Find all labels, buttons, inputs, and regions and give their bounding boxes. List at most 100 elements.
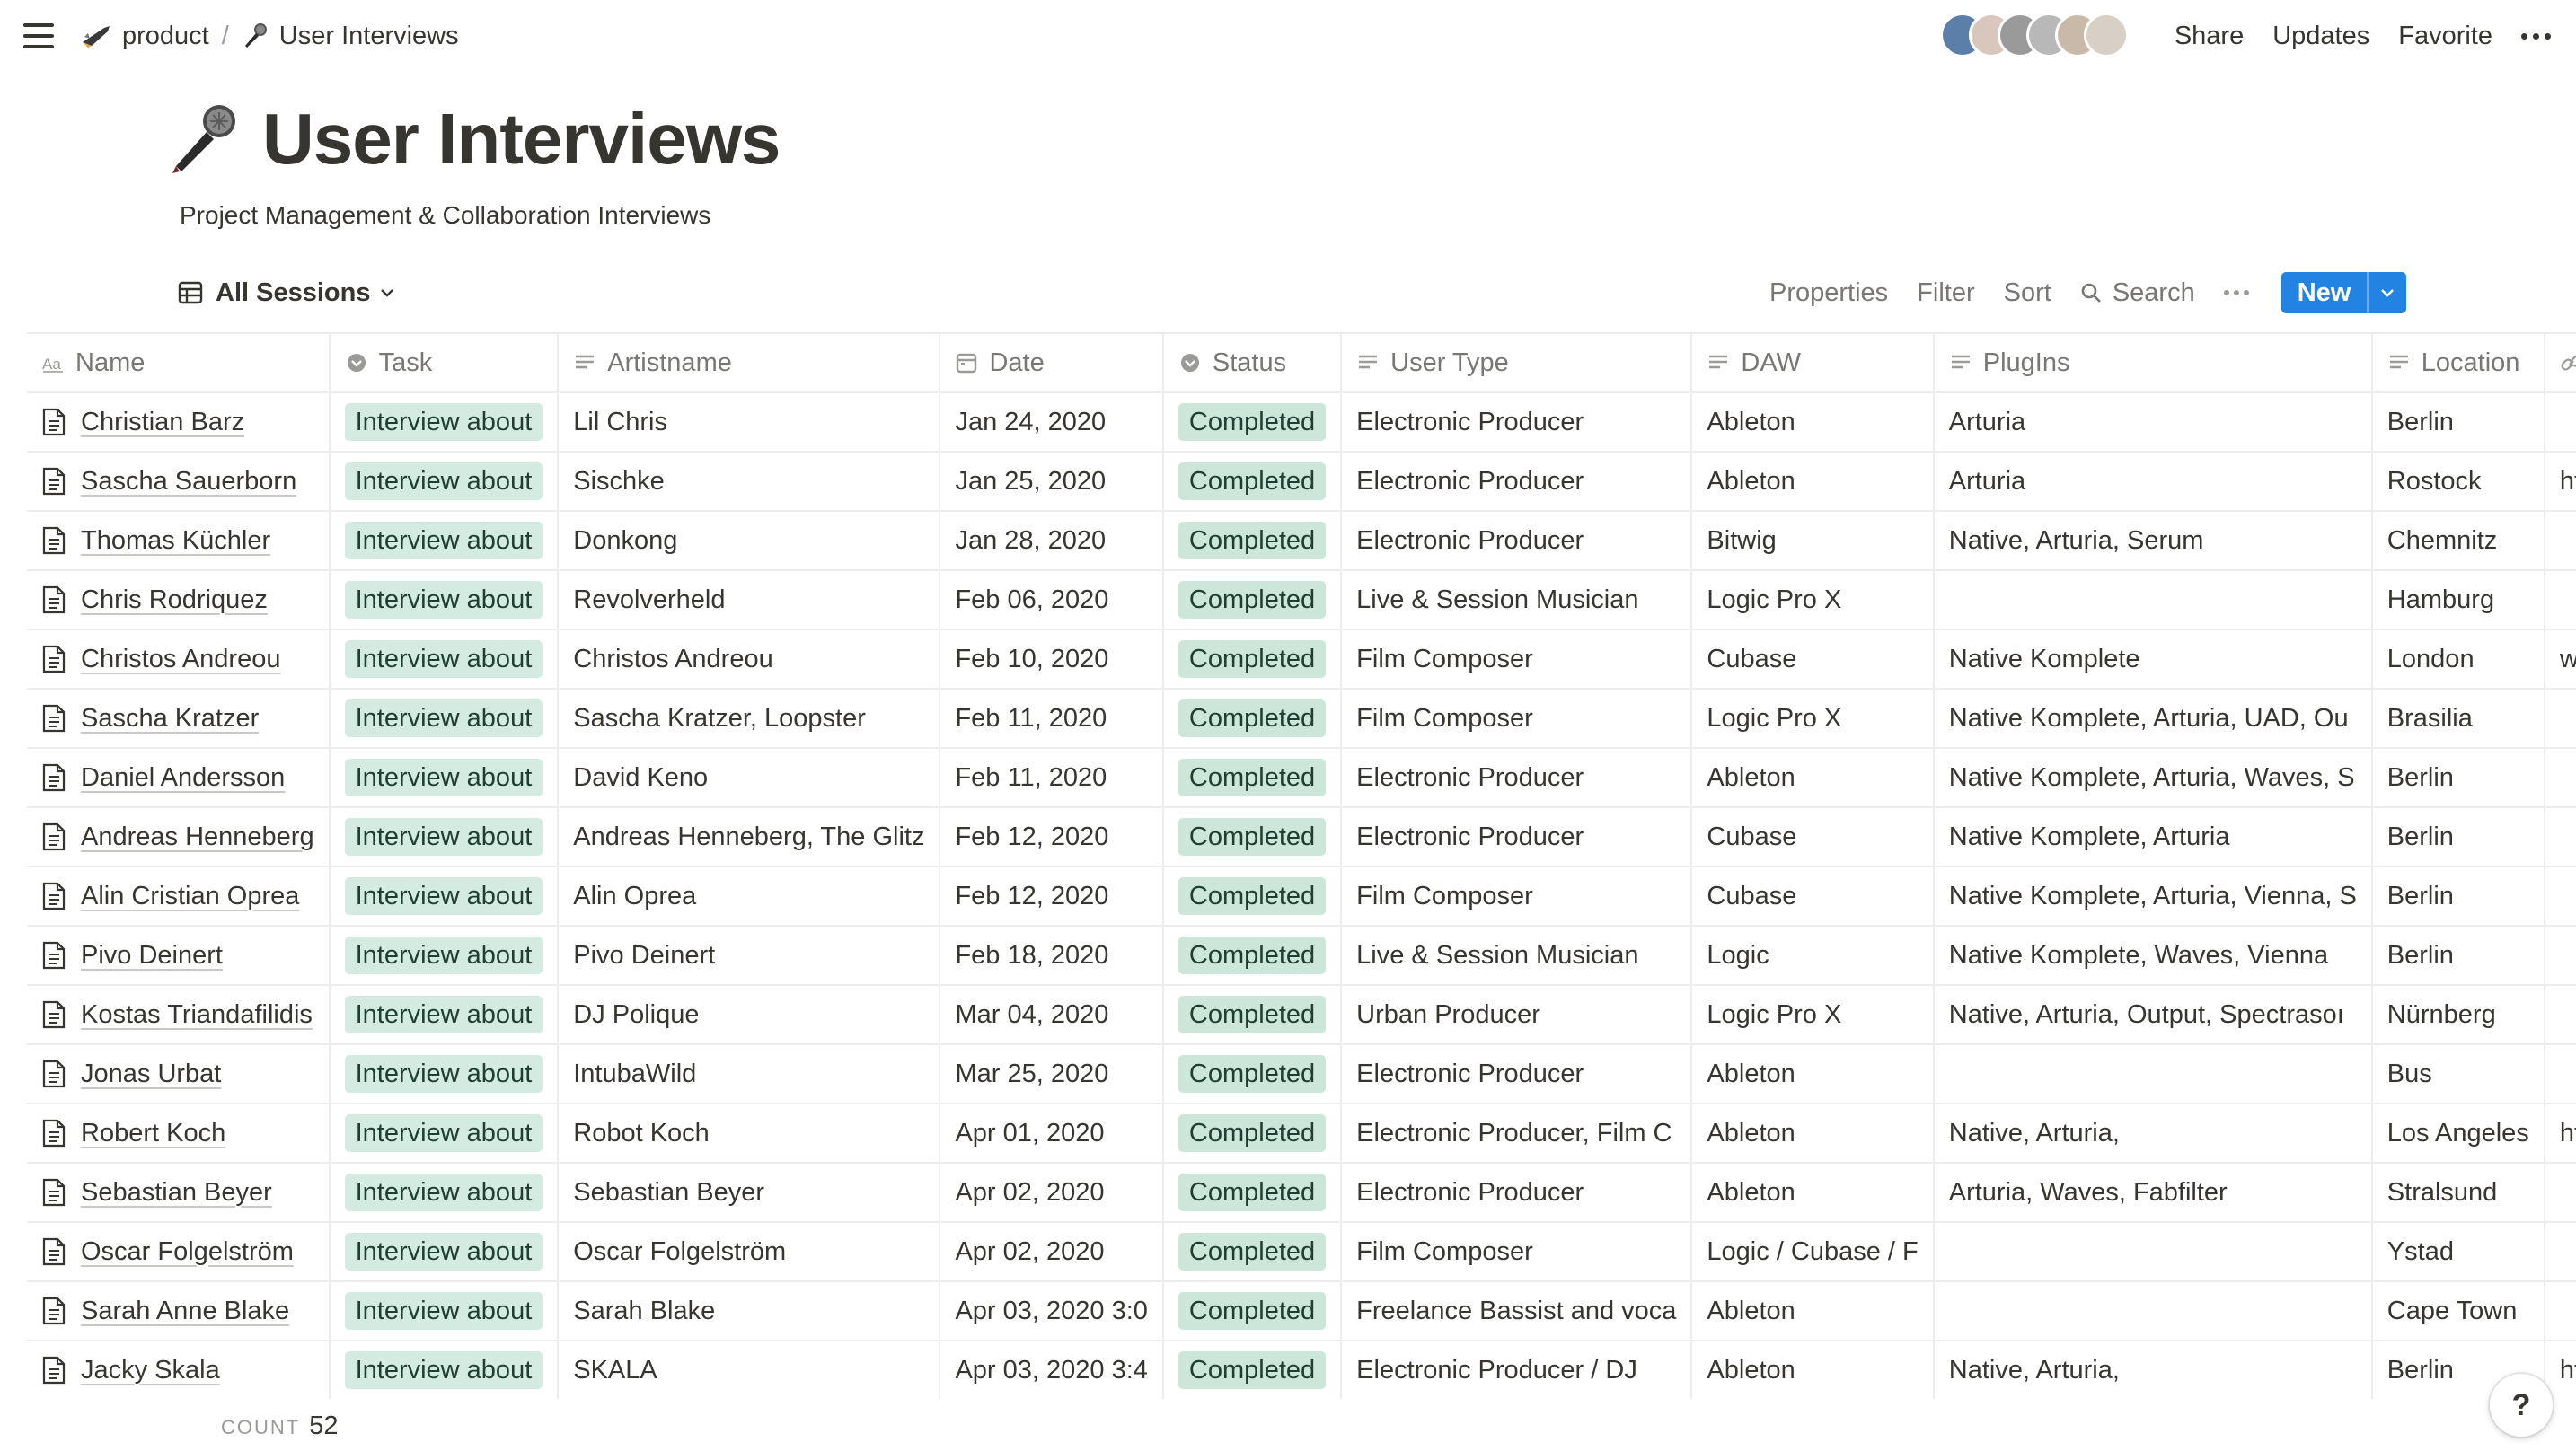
cell-plugins[interactable]: Native Komplete, Arturia bbox=[1933, 807, 2373, 867]
cell-task[interactable]: Interview about bbox=[329, 1104, 560, 1164]
cell-plugins[interactable] bbox=[1933, 1281, 2373, 1341]
row-title-link[interactable]: Thomas Küchler bbox=[81, 526, 270, 556]
cell-daw[interactable]: Logic / Cubase / F bbox=[1691, 1222, 1935, 1282]
sidebar-toggle-menu-icon[interactable] bbox=[23, 23, 54, 48]
cell-date[interactable]: Feb 18, 2020 bbox=[940, 926, 1164, 986]
table-row[interactable]: Sascha Sauerborn Interview about Sischke Ja… bbox=[27, 452, 2576, 512]
cell-profile[interactable] bbox=[2544, 689, 2576, 749]
cell-date[interactable]: Jan 24, 2020 bbox=[940, 392, 1164, 453]
cell-date[interactable]: Feb 12, 2020 bbox=[940, 807, 1164, 867]
cell-artist[interactable]: Andreas Henneberg, The Glitz bbox=[558, 807, 941, 867]
row-title-link[interactable]: Jonas Urbat bbox=[81, 1060, 221, 1089]
cell-plugins[interactable]: Native Komplete, Waves, Vienna bbox=[1933, 926, 2373, 986]
cell-task[interactable]: Interview about bbox=[329, 985, 560, 1045]
cell-status[interactable]: Completed bbox=[1162, 392, 1343, 453]
cell-name[interactable]: Sascha Kratzer bbox=[27, 689, 331, 749]
cell-location[interactable]: Berlin bbox=[2371, 807, 2545, 867]
cell-name[interactable]: Daniel Andersson bbox=[27, 748, 331, 808]
view-more-icon[interactable] bbox=[2223, 290, 2249, 295]
cell-location[interactable]: Ystad bbox=[2371, 1222, 2545, 1282]
cell-date[interactable]: Apr 02, 2020 bbox=[940, 1222, 1164, 1282]
cell-location[interactable]: Cape Town bbox=[2371, 1281, 2545, 1341]
cell-artist[interactable]: Christos Andreou bbox=[558, 629, 941, 690]
cell-name[interactable]: Jonas Urbat bbox=[27, 1044, 331, 1104]
cell-status[interactable]: Completed bbox=[1162, 985, 1343, 1045]
new-button[interactable]: New bbox=[2281, 272, 2368, 313]
cell-artist[interactable]: Oscar Folgelström bbox=[558, 1222, 941, 1282]
table-row[interactable]: Thomas Küchler Interview about Donkong Jan … bbox=[27, 511, 2576, 571]
cell-status[interactable]: Completed bbox=[1162, 926, 1343, 986]
new-dropdown-button[interactable] bbox=[2367, 272, 2406, 313]
table-row[interactable]: Sebastian Beyer Interview about Sebastian … bbox=[27, 1163, 2576, 1223]
properties-button[interactable]: Properties bbox=[1769, 278, 1888, 308]
cell-plugins[interactable]: Native Komplete, Arturia, Waves, S bbox=[1933, 748, 2373, 808]
cell-name[interactable]: Christian Barz bbox=[27, 392, 331, 453]
row-title-link[interactable]: Daniel Andersson bbox=[81, 763, 285, 793]
table-row[interactable]: Sascha Kratzer Interview about Sascha Krat… bbox=[27, 689, 2576, 749]
row-title-link[interactable]: Chris Rodriquez bbox=[81, 585, 268, 615]
table-row[interactable]: Sarah Anne Blake Interview about Sarah Bla… bbox=[27, 1281, 2576, 1341]
cell-plugins[interactable] bbox=[1933, 1222, 2373, 1282]
cell-status[interactable]: Completed bbox=[1162, 629, 1343, 690]
row-title-link[interactable]: Kostas Triandafilidis bbox=[81, 1000, 313, 1030]
cell-date[interactable]: Apr 02, 2020 bbox=[940, 1163, 1164, 1223]
cell-daw[interactable]: Ableton bbox=[1691, 1281, 1935, 1341]
avatar[interactable] bbox=[2084, 13, 2129, 57]
cell-task[interactable]: Interview about bbox=[329, 1163, 560, 1223]
cell-usertype[interactable]: Live & Session Musician bbox=[1341, 570, 1693, 630]
table-row[interactable]: Robert Koch Interview about Robot Koch Apr … bbox=[27, 1104, 2576, 1164]
cell-daw[interactable]: Ableton bbox=[1691, 1163, 1935, 1223]
row-title-link[interactable]: Pivo Deinert bbox=[81, 941, 223, 971]
table-row[interactable]: Jacky Skala Interview about SKALA Apr 03, 2… bbox=[27, 1341, 2576, 1399]
cell-daw[interactable]: Logic Pro X bbox=[1691, 985, 1935, 1045]
column-header-artist[interactable]: Artistname bbox=[558, 332, 941, 393]
cell-status[interactable]: Completed bbox=[1162, 511, 1343, 571]
cell-usertype[interactable]: Film Composer bbox=[1341, 689, 1693, 749]
cell-profile[interactable] bbox=[2544, 1044, 2576, 1104]
cell-artist[interactable]: Sarah Blake bbox=[558, 1281, 941, 1341]
cell-daw[interactable]: Ableton bbox=[1691, 1341, 1935, 1399]
favorite-button[interactable]: Favorite bbox=[2398, 22, 2492, 51]
row-title-link[interactable]: Jacky Skala bbox=[81, 1356, 220, 1385]
cell-artist[interactable]: Sischke bbox=[558, 452, 941, 512]
cell-artist[interactable]: David Keno bbox=[558, 748, 941, 808]
cell-plugins[interactable]: Native Komplete, Arturia, UAD, Ou bbox=[1933, 689, 2373, 749]
cell-usertype[interactable]: Film Composer bbox=[1341, 1222, 1693, 1282]
table-row[interactable]: Christos Andreou Interview about Christos … bbox=[27, 629, 2576, 690]
cell-name[interactable]: Alin Cristian Oprea bbox=[27, 866, 331, 927]
cell-status[interactable]: Completed bbox=[1162, 748, 1343, 808]
cell-artist[interactable]: IntubaWild bbox=[558, 1044, 941, 1104]
row-title-link[interactable]: Andreas Henneberg bbox=[81, 822, 314, 852]
cell-date[interactable]: Feb 11, 2020 bbox=[940, 748, 1164, 808]
cell-plugins[interactable]: Arturia, Waves, Fabfilter bbox=[1933, 1163, 2373, 1223]
cell-status[interactable]: Completed bbox=[1162, 1341, 1343, 1399]
microphone-icon[interactable] bbox=[167, 101, 243, 177]
cell-date[interactable]: Feb 12, 2020 bbox=[940, 866, 1164, 927]
column-header-task[interactable]: Task bbox=[329, 332, 560, 393]
cell-task[interactable]: Interview about bbox=[329, 392, 560, 453]
cell-profile[interactable] bbox=[2544, 807, 2576, 867]
cell-task[interactable]: Interview about bbox=[329, 926, 560, 986]
column-header-profile[interactable]: Prof bbox=[2544, 332, 2576, 393]
cell-profile[interactable] bbox=[2544, 1222, 2576, 1282]
column-header-usertype[interactable]: User Type bbox=[1341, 332, 1693, 393]
cell-task[interactable]: Interview about bbox=[329, 866, 560, 927]
cell-date[interactable]: Jan 25, 2020 bbox=[940, 452, 1164, 512]
cell-daw[interactable]: Ableton bbox=[1691, 1104, 1935, 1164]
cell-task[interactable]: Interview about bbox=[329, 1281, 560, 1341]
cell-daw[interactable]: Logic bbox=[1691, 926, 1935, 986]
cell-usertype[interactable]: Electronic Producer bbox=[1341, 748, 1693, 808]
cell-name[interactable]: Chris Rodriquez bbox=[27, 570, 331, 630]
cell-status[interactable]: Completed bbox=[1162, 1104, 1343, 1164]
cell-location[interactable]: Berlin bbox=[2371, 392, 2545, 453]
cell-profile[interactable]: www.ch bbox=[2544, 629, 2576, 690]
cell-profile[interactable] bbox=[2544, 392, 2576, 453]
cell-task[interactable]: Interview about bbox=[329, 1341, 560, 1399]
collaborator-avatars[interactable] bbox=[1940, 13, 2129, 57]
cell-usertype[interactable]: Live & Session Musician bbox=[1341, 926, 1693, 986]
cell-date[interactable]: Apr 03, 2020 3:4 bbox=[940, 1341, 1164, 1399]
cell-usertype[interactable]: Electronic Producer bbox=[1341, 1163, 1693, 1223]
cell-location[interactable]: Brasilia bbox=[2371, 689, 2545, 749]
cell-task[interactable]: Interview about bbox=[329, 570, 560, 630]
cell-location[interactable]: Berlin bbox=[2371, 926, 2545, 986]
